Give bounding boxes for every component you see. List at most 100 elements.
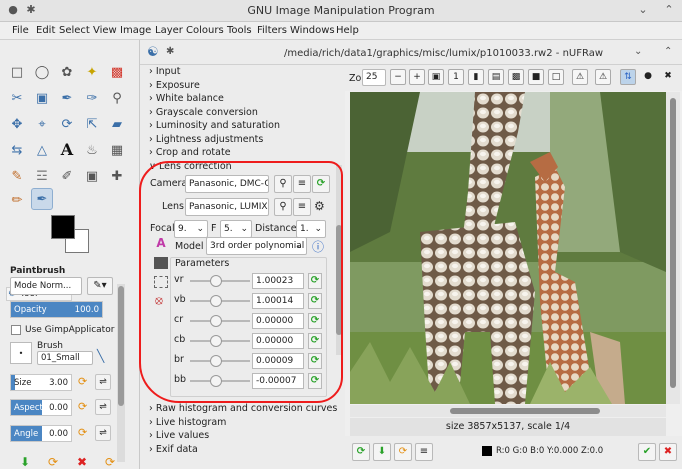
ellipse-select-icon[interactable]: ◯ bbox=[32, 62, 52, 82]
lasso-icon[interactable]: ✿ bbox=[57, 62, 77, 82]
param-bb-reset-icon[interactable]: ⟳ bbox=[308, 373, 322, 389]
options-icon[interactable]: ≡ bbox=[415, 443, 433, 461]
menu-edit[interactable]: Edit bbox=[36, 25, 55, 36]
camera-list-icon[interactable]: ≡ bbox=[293, 175, 311, 193]
reset-icon[interactable]: ⟳ bbox=[394, 443, 412, 461]
foreground-select-icon[interactable]: ▣ bbox=[32, 88, 52, 108]
menu-file[interactable]: File bbox=[12, 25, 29, 36]
size-link-icon[interactable]: ⇌ bbox=[95, 374, 111, 390]
menu-tools[interactable]: Tools bbox=[227, 25, 252, 36]
menu-layer[interactable]: Layer bbox=[155, 25, 183, 36]
param-vr-value[interactable]: 1.00023 bbox=[252, 273, 304, 289]
aspect-link-icon[interactable]: ⇌ bbox=[95, 399, 111, 415]
save-options-icon[interactable]: ⬇ bbox=[20, 455, 30, 469]
zoom-width-icon[interactable]: ▮ bbox=[468, 69, 484, 85]
cage-transform-icon[interactable]: △ bbox=[32, 140, 52, 160]
param-bb-knob[interactable] bbox=[210, 375, 222, 387]
param-br-knob[interactable] bbox=[210, 355, 222, 367]
gray-frame-icon[interactable]: ▩ bbox=[508, 69, 524, 85]
brush-name-field[interactable]: 01_Small bbox=[37, 351, 93, 365]
grid-toggle-icon[interactable]: ⇅ bbox=[620, 69, 636, 85]
blend-icon[interactable]: ▦ bbox=[107, 140, 127, 160]
geometry-tab-icon[interactable]: ⦻ bbox=[155, 293, 163, 308]
fuzzy-select-icon[interactable]: ✦ bbox=[82, 62, 102, 82]
reset-options-icon[interactable]: ⟳ bbox=[105, 455, 115, 469]
brush-icon[interactable]: ✏ bbox=[7, 190, 27, 210]
brush-preview-icon[interactable]: • bbox=[10, 342, 32, 364]
paths-icon[interactable]: ✒ bbox=[57, 88, 77, 108]
expander-lightness-adjustments[interactable]: › Lightness adjustments bbox=[149, 134, 263, 145]
param-cr-value[interactable]: 0.00000 bbox=[252, 313, 304, 329]
param-cb-knob[interactable] bbox=[210, 335, 222, 347]
mode-select[interactable]: Mode Norm... bbox=[10, 277, 82, 295]
opacity-slider[interactable]: Opacity 100.0 bbox=[10, 301, 103, 318]
zoom-fit-icon[interactable]: ▣ bbox=[428, 69, 444, 85]
menu-image[interactable]: Image bbox=[120, 25, 151, 36]
save-icon[interactable]: ⬇ bbox=[373, 443, 391, 461]
expander-live-values[interactable]: › Live values bbox=[149, 430, 209, 441]
lens-list-icon[interactable]: ≡ bbox=[293, 198, 311, 216]
color-drop-icon[interactable]: ● bbox=[640, 69, 656, 85]
param-vr-reset-icon[interactable]: ⟳ bbox=[308, 273, 322, 289]
select-by-color-icon[interactable]: ▩ bbox=[107, 62, 127, 82]
zoom-field[interactable]: 25 bbox=[362, 69, 386, 86]
ok-button[interactable]: ✔ bbox=[638, 443, 656, 461]
scale-icon[interactable]: ⇱ bbox=[82, 114, 102, 134]
crop-icon[interactable]: ⌖ bbox=[32, 114, 52, 134]
expander-luminosity-and-saturation[interactable]: › Luminosity and saturation bbox=[149, 120, 280, 131]
scissors-icon[interactable]: ✂ bbox=[7, 88, 27, 108]
param-vb-value[interactable]: 1.00014 bbox=[252, 293, 304, 309]
expander-crop-and-rotate[interactable]: › Crop and rotate bbox=[149, 147, 231, 158]
expander-lens-correction[interactable]: ∨ Lens correction bbox=[149, 161, 232, 172]
zoom-in-icon[interactable]: + bbox=[409, 69, 425, 85]
expander-input[interactable]: › Input bbox=[149, 66, 180, 77]
menu-filters[interactable]: Filters bbox=[257, 25, 287, 36]
camera-search-icon[interactable]: ⚲ bbox=[274, 175, 292, 193]
zoom-100-icon[interactable]: 1 bbox=[448, 69, 464, 85]
aspect-slider[interactable]: Aspect ... 0.00 bbox=[10, 399, 72, 416]
mode-reset-icon[interactable]: ✎▾ bbox=[87, 277, 113, 295]
shear-icon[interactable]: ▰ bbox=[107, 114, 127, 134]
distance-field[interactable]: 1. ⌄ bbox=[296, 220, 326, 238]
white-frame-icon[interactable]: □ bbox=[548, 69, 564, 85]
airbrush-icon[interactable]: ☲ bbox=[32, 166, 52, 186]
menu-colours[interactable]: Colours bbox=[186, 25, 224, 36]
move-icon[interactable]: ✥ bbox=[7, 114, 27, 134]
cancel-button[interactable]: ✖ bbox=[659, 443, 677, 461]
param-cb-value[interactable]: 0.00000 bbox=[252, 333, 304, 349]
param-cr-knob[interactable] bbox=[210, 315, 222, 327]
minimize-icon[interactable]: ⌄ bbox=[636, 3, 650, 17]
pencil-icon[interactable]: ✎ bbox=[7, 166, 27, 186]
menu-view[interactable]: View bbox=[93, 25, 117, 36]
angle-slider[interactable]: Angle 0.00 bbox=[10, 425, 72, 442]
param-br-value[interactable]: 0.00009 bbox=[252, 353, 304, 369]
flip-icon[interactable]: ⇆ bbox=[7, 140, 27, 160]
maximize-icon[interactable]: ⌃ bbox=[662, 3, 676, 17]
expander-exif-data[interactable]: › Exif data bbox=[149, 444, 198, 455]
paintbrush-tool-icon[interactable]: ✒ bbox=[31, 188, 53, 210]
expander-white-balance[interactable]: › White balance bbox=[149, 93, 224, 104]
menu-help[interactable]: Help bbox=[336, 25, 359, 36]
expander-grayscale-conversion[interactable]: › Grayscale conversion bbox=[149, 107, 258, 118]
f-number-field[interactable]: 5. ⌄ bbox=[220, 220, 252, 238]
preview-vertical-scrollbar[interactable] bbox=[666, 92, 680, 404]
color-picker-icon[interactable]: ✑ bbox=[82, 88, 102, 108]
delete-options-icon[interactable]: ✖ bbox=[77, 455, 87, 469]
param-cr-reset-icon[interactable]: ⟳ bbox=[308, 313, 322, 329]
vignetting-tab-icon[interactable] bbox=[154, 276, 168, 288]
overexposure-warning-icon[interactable]: ⚠ bbox=[595, 69, 611, 85]
angle-reset-icon[interactable]: ⟳ bbox=[78, 426, 87, 439]
rect-select-icon[interactable]: □ bbox=[7, 62, 27, 82]
zoom-height-icon[interactable]: ▤ bbox=[488, 69, 504, 85]
clone-icon[interactable]: ▣ bbox=[82, 166, 102, 186]
lens-settings-icon[interactable]: ⚙ bbox=[314, 199, 325, 213]
zoom-icon[interactable]: ⚲ bbox=[107, 88, 127, 108]
size-reset-icon[interactable]: ⟳ bbox=[78, 375, 87, 388]
expander-live-histogram[interactable]: › Live histogram bbox=[149, 417, 226, 428]
lens-search-icon[interactable]: ⚲ bbox=[274, 198, 292, 216]
camera-reset-icon[interactable]: ⟳ bbox=[312, 175, 330, 193]
refresh-icon[interactable]: ⟳ bbox=[352, 443, 370, 461]
image-preview[interactable] bbox=[350, 92, 666, 404]
underexposure-warning-icon[interactable]: ⚠ bbox=[572, 69, 588, 85]
param-vb-knob[interactable] bbox=[210, 295, 222, 307]
